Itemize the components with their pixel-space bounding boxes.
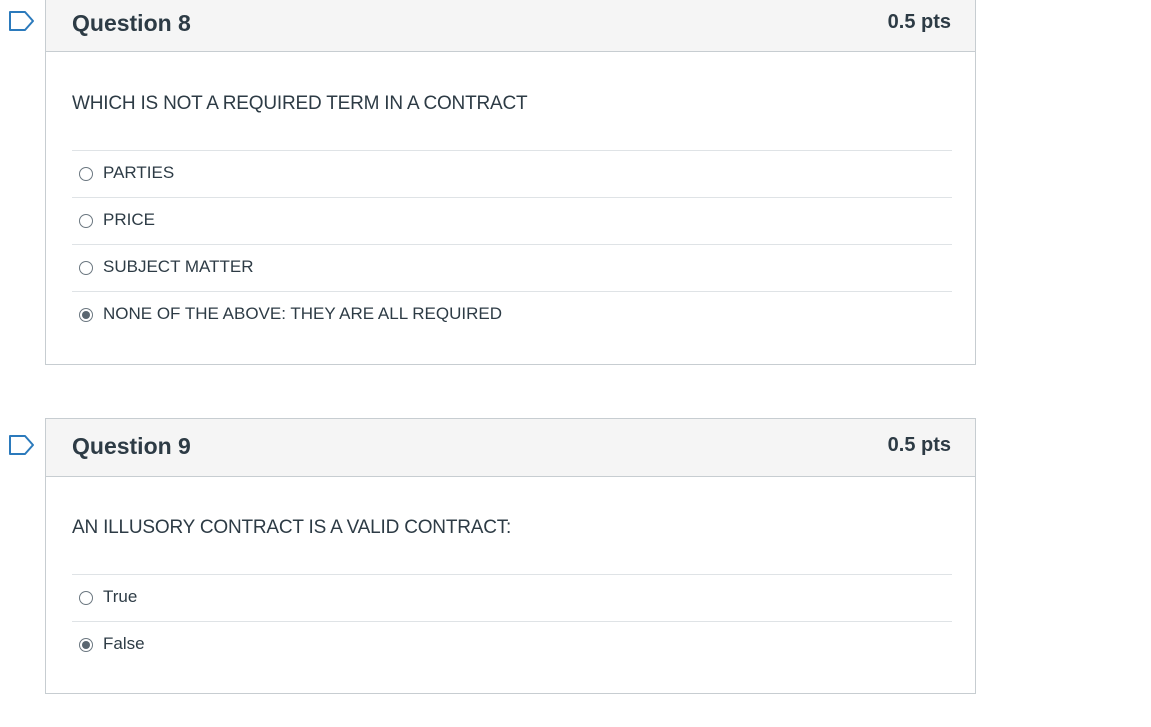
answer-label: NONE OF THE ABOVE: THEY ARE ALL REQUIRED bbox=[103, 304, 502, 323]
question-header: Question 9 0.5 pts bbox=[46, 419, 975, 477]
radio-button[interactable] bbox=[79, 167, 93, 181]
radio-button-selected[interactable] bbox=[79, 638, 93, 652]
question-text: AN ILLUSORY CONTRACT IS A VALID CONTRACT… bbox=[72, 517, 512, 538]
radio-button[interactable] bbox=[79, 214, 93, 228]
question-title: Question 8 bbox=[72, 10, 191, 36]
answer-option[interactable]: PRICE bbox=[72, 197, 952, 244]
question-header: Question 8 0.5 pts bbox=[46, 0, 975, 52]
radio-button-selected[interactable] bbox=[79, 308, 93, 322]
answer-list: True False bbox=[72, 574, 952, 668]
answer-option[interactable]: NONE OF THE ABOVE: THEY ARE ALL REQUIRED bbox=[72, 291, 952, 338]
answer-label: PARTIES bbox=[103, 163, 175, 182]
answer-label: PRICE bbox=[103, 210, 155, 229]
answer-label: SUBJECT MATTER bbox=[103, 257, 254, 276]
answer-option[interactable]: SUBJECT MATTER bbox=[72, 244, 952, 291]
answer-label: False bbox=[103, 634, 145, 653]
question-points: 0.5 pts bbox=[887, 11, 951, 33]
question-text: WHICH IS NOT A REQUIRED TERM IN A CONTRA… bbox=[72, 93, 528, 114]
answer-list: PARTIES PRICE SUBJECT MATTER NONE OF THE… bbox=[72, 150, 952, 338]
question-8-card: Question 8 0.5 pts WHICH IS NOT A REQUIR… bbox=[45, 0, 976, 365]
answer-label: True bbox=[103, 587, 138, 606]
question-points: 0.5 pts bbox=[887, 434, 951, 456]
flag-question-8-icon[interactable] bbox=[8, 10, 36, 32]
question-title: Question 9 bbox=[72, 433, 191, 459]
question-9-card: Question 9 0.5 pts AN ILLUSORY CONTRACT … bbox=[45, 418, 976, 694]
answer-option[interactable]: True bbox=[72, 574, 952, 621]
flag-question-9-icon[interactable] bbox=[8, 434, 36, 456]
radio-button[interactable] bbox=[79, 261, 93, 275]
radio-button[interactable] bbox=[79, 591, 93, 605]
quiz-page: Question 8 0.5 pts WHICH IS NOT A REQUIR… bbox=[0, 0, 1151, 727]
answer-option[interactable]: PARTIES bbox=[72, 150, 952, 197]
answer-option[interactable]: False bbox=[72, 621, 952, 668]
